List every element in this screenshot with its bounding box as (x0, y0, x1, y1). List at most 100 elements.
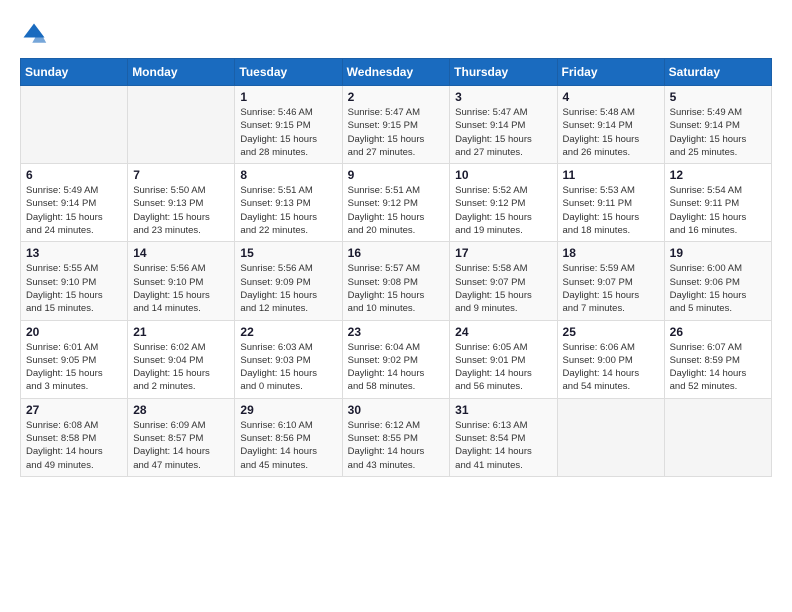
calendar-body: 1 Sunrise: 5:46 AM Sunset: 9:15 PM Daylig… (21, 86, 772, 477)
day-number: 2 (348, 90, 445, 104)
day-detail: Sunrise: 6:03 AM Sunset: 9:03 PM Dayligh… (240, 341, 336, 394)
day-number: 28 (133, 403, 229, 417)
calendar-cell: 1 Sunrise: 5:46 AM Sunset: 9:15 PM Daylig… (235, 86, 342, 164)
calendar-cell: 23Sunrise: 6:04 AM Sunset: 9:02 PM Dayli… (342, 320, 450, 398)
calendar-cell: 8 Sunrise: 5:51 AM Sunset: 9:13 PM Daylig… (235, 164, 342, 242)
calendar-cell: 11Sunrise: 5:53 AM Sunset: 9:11 PM Dayli… (557, 164, 664, 242)
calendar-table: SundayMondayTuesdayWednesdayThursdayFrid… (20, 58, 772, 477)
day-number: 19 (670, 246, 766, 260)
calendar-cell: 9Sunrise: 5:51 AM Sunset: 9:12 PM Daylig… (342, 164, 450, 242)
day-detail: Sunrise: 5:54 AM Sunset: 9:11 PM Dayligh… (670, 184, 766, 237)
day-number: 12 (670, 168, 766, 182)
day-detail: Sunrise: 5:46 AM Sunset: 9:15 PM Dayligh… (240, 106, 336, 159)
day-detail: Sunrise: 6:08 AM Sunset: 8:58 PM Dayligh… (26, 419, 122, 472)
logo (20, 20, 52, 48)
calendar-cell: 16 Sunrise: 5:57 AM Sunset: 9:08 PM Dayli… (342, 242, 450, 320)
day-detail: Sunrise: 6:02 AM Sunset: 9:04 PM Dayligh… (133, 341, 229, 394)
day-of-week-header: Tuesday (235, 59, 342, 86)
calendar-week-row: 27 Sunrise: 6:08 AM Sunset: 8:58 PM Dayli… (21, 398, 772, 476)
day-detail: Sunrise: 6:06 AM Sunset: 9:00 PM Dayligh… (563, 341, 659, 394)
calendar-cell: 25 Sunrise: 6:06 AM Sunset: 9:00 PM Dayli… (557, 320, 664, 398)
day-number: 10 (455, 168, 551, 182)
calendar-cell: 19Sunrise: 6:00 AM Sunset: 9:06 PM Dayli… (664, 242, 771, 320)
day-number: 8 (240, 168, 336, 182)
day-number: 25 (563, 325, 659, 339)
day-detail: Sunrise: 6:05 AM Sunset: 9:01 PM Dayligh… (455, 341, 551, 394)
day-number: 21 (133, 325, 229, 339)
calendar-cell: 24 Sunrise: 6:05 AM Sunset: 9:01 PM Dayli… (450, 320, 557, 398)
calendar-week-row: 20 Sunrise: 6:01 AM Sunset: 9:05 PM Dayli… (21, 320, 772, 398)
day-detail: Sunrise: 5:57 AM Sunset: 9:08 PM Dayligh… (348, 262, 445, 315)
day-number: 4 (563, 90, 659, 104)
calendar-cell (21, 86, 128, 164)
day-number: 5 (670, 90, 766, 104)
day-detail: Sunrise: 5:49 AM Sunset: 9:14 PM Dayligh… (670, 106, 766, 159)
day-detail: Sunrise: 5:58 AM Sunset: 9:07 PM Dayligh… (455, 262, 551, 315)
day-number: 26 (670, 325, 766, 339)
calendar-cell: 27 Sunrise: 6:08 AM Sunset: 8:58 PM Dayli… (21, 398, 128, 476)
day-detail: Sunrise: 5:59 AM Sunset: 9:07 PM Dayligh… (563, 262, 659, 315)
day-number: 30 (348, 403, 445, 417)
day-detail: Sunrise: 6:04 AM Sunset: 9:02 PM Dayligh… (348, 341, 445, 394)
day-number: 3 (455, 90, 551, 104)
calendar-cell (128, 86, 235, 164)
calendar-cell: 7Sunrise: 5:50 AM Sunset: 9:13 PM Daylig… (128, 164, 235, 242)
calendar-cell: 20 Sunrise: 6:01 AM Sunset: 9:05 PM Dayli… (21, 320, 128, 398)
calendar-week-row: 1 Sunrise: 5:46 AM Sunset: 9:15 PM Daylig… (21, 86, 772, 164)
calendar-cell (557, 398, 664, 476)
day-detail: Sunrise: 6:07 AM Sunset: 8:59 PM Dayligh… (670, 341, 766, 394)
day-number: 13 (26, 246, 122, 260)
day-detail: Sunrise: 5:50 AM Sunset: 9:13 PM Dayligh… (133, 184, 229, 237)
day-detail: Sunrise: 5:51 AM Sunset: 9:13 PM Dayligh… (240, 184, 336, 237)
calendar-cell: 31 Sunrise: 6:13 AM Sunset: 8:54 PM Dayli… (450, 398, 557, 476)
day-detail: Sunrise: 6:01 AM Sunset: 9:05 PM Dayligh… (26, 341, 122, 394)
calendar-cell: 28 Sunrise: 6:09 AM Sunset: 8:57 PM Dayli… (128, 398, 235, 476)
day-of-week-header: Monday (128, 59, 235, 86)
day-detail: Sunrise: 5:52 AM Sunset: 9:12 PM Dayligh… (455, 184, 551, 237)
day-detail: Sunrise: 5:53 AM Sunset: 9:11 PM Dayligh… (563, 184, 659, 237)
calendar-cell: 18 Sunrise: 5:59 AM Sunset: 9:07 PM Dayli… (557, 242, 664, 320)
day-number: 20 (26, 325, 122, 339)
day-of-week-header: Sunday (21, 59, 128, 86)
day-detail: Sunrise: 6:13 AM Sunset: 8:54 PM Dayligh… (455, 419, 551, 472)
calendar-cell: 6Sunrise: 5:49 AM Sunset: 9:14 PM Daylig… (21, 164, 128, 242)
page-header (20, 20, 772, 48)
calendar-cell: 4 Sunrise: 5:48 AM Sunset: 9:14 PM Daylig… (557, 86, 664, 164)
calendar-cell: 14Sunrise: 5:56 AM Sunset: 9:10 PM Dayli… (128, 242, 235, 320)
day-detail: Sunrise: 5:47 AM Sunset: 9:14 PM Dayligh… (455, 106, 551, 159)
day-number: 9 (348, 168, 445, 182)
calendar-cell: 21 Sunrise: 6:02 AM Sunset: 9:04 PM Dayli… (128, 320, 235, 398)
day-number: 18 (563, 246, 659, 260)
day-number: 27 (26, 403, 122, 417)
day-number: 22 (240, 325, 336, 339)
logo-icon (20, 20, 48, 48)
calendar-cell: 5 Sunrise: 5:49 AM Sunset: 9:14 PM Daylig… (664, 86, 771, 164)
day-number: 1 (240, 90, 336, 104)
day-number: 16 (348, 246, 445, 260)
day-of-week-header: Friday (557, 59, 664, 86)
calendar-cell: 15 Sunrise: 5:56 AM Sunset: 9:09 PM Dayli… (235, 242, 342, 320)
calendar-cell: 2 Sunrise: 5:47 AM Sunset: 9:15 PM Daylig… (342, 86, 450, 164)
day-number: 15 (240, 246, 336, 260)
day-detail: Sunrise: 5:56 AM Sunset: 9:10 PM Dayligh… (133, 262, 229, 315)
day-detail: Sunrise: 5:47 AM Sunset: 9:15 PM Dayligh… (348, 106, 445, 159)
day-of-week-header: Saturday (664, 59, 771, 86)
calendar-cell: 13Sunrise: 5:55 AM Sunset: 9:10 PM Dayli… (21, 242, 128, 320)
day-detail: Sunrise: 5:56 AM Sunset: 9:09 PM Dayligh… (240, 262, 336, 315)
calendar-cell: 17Sunrise: 5:58 AM Sunset: 9:07 PM Dayli… (450, 242, 557, 320)
day-detail: Sunrise: 6:09 AM Sunset: 8:57 PM Dayligh… (133, 419, 229, 472)
day-detail: Sunrise: 5:48 AM Sunset: 9:14 PM Dayligh… (563, 106, 659, 159)
day-number: 24 (455, 325, 551, 339)
day-number: 31 (455, 403, 551, 417)
calendar-cell (664, 398, 771, 476)
calendar-cell: 29 Sunrise: 6:10 AM Sunset: 8:56 PM Dayli… (235, 398, 342, 476)
calendar-header-row: SundayMondayTuesdayWednesdayThursdayFrid… (21, 59, 772, 86)
calendar-cell: 30 Sunrise: 6:12 AM Sunset: 8:55 PM Dayli… (342, 398, 450, 476)
calendar-cell: 3 Sunrise: 5:47 AM Sunset: 9:14 PM Daylig… (450, 86, 557, 164)
calendar-week-row: 13Sunrise: 5:55 AM Sunset: 9:10 PM Dayli… (21, 242, 772, 320)
day-detail: Sunrise: 6:10 AM Sunset: 8:56 PM Dayligh… (240, 419, 336, 472)
day-number: 29 (240, 403, 336, 417)
day-detail: Sunrise: 6:12 AM Sunset: 8:55 PM Dayligh… (348, 419, 445, 472)
day-number: 6 (26, 168, 122, 182)
calendar-cell: 22 Sunrise: 6:03 AM Sunset: 9:03 PM Dayli… (235, 320, 342, 398)
